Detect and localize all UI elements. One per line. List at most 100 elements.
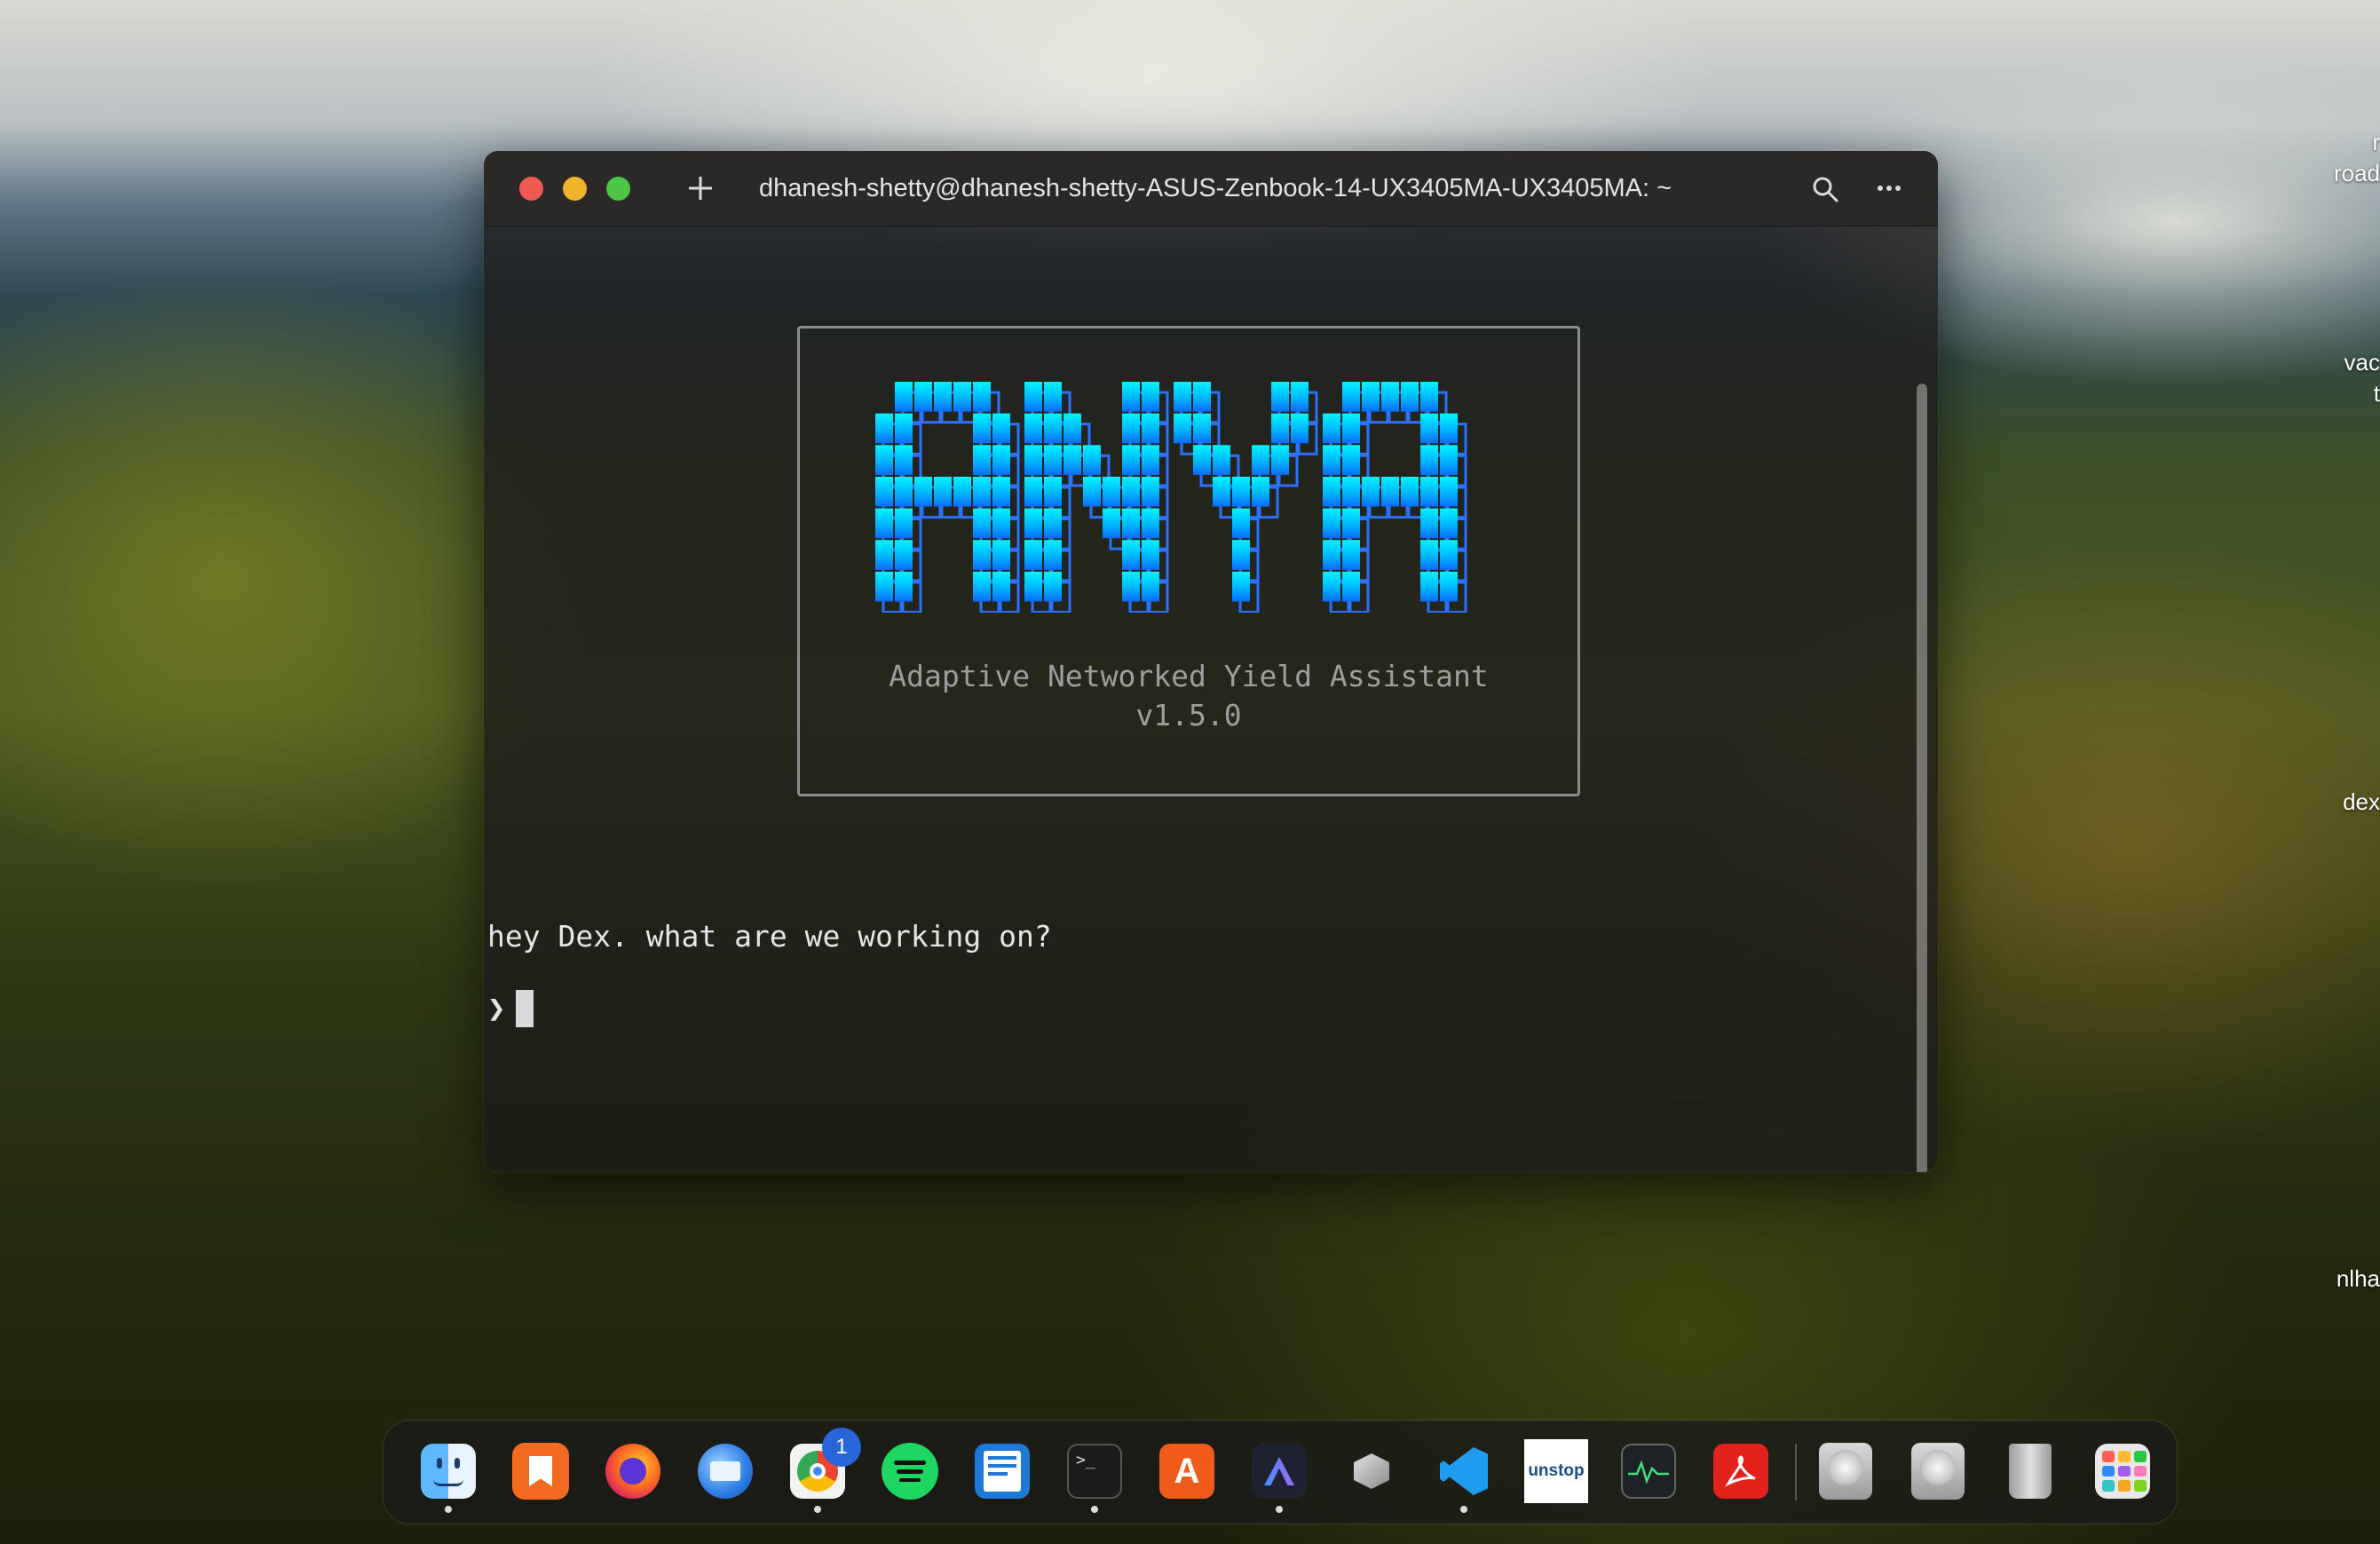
logo-block — [895, 413, 913, 444]
logo-block — [1142, 445, 1159, 475]
logo-block — [1323, 571, 1340, 602]
dock-item-thunderbird[interactable] — [694, 1440, 756, 1502]
desktop-item-label[interactable]: nlha — [2337, 1265, 2380, 1293]
logo-block — [1342, 445, 1360, 475]
running-indicator — [445, 1506, 452, 1513]
antigravity-icon — [1252, 1444, 1307, 1499]
dock-item-unstop[interactable]: unstop — [1524, 1439, 1588, 1503]
dock-item-app-store[interactable]: A — [1156, 1440, 1218, 1502]
desktop-item-label[interactable]: vac — [2344, 349, 2380, 376]
dock-item-disk-2[interactable] — [1907, 1440, 1969, 1502]
bookmark-icon — [512, 1443, 569, 1500]
new-tab-button[interactable] — [681, 169, 720, 208]
logo-block — [1232, 540, 1250, 570]
terminal-content[interactable]: Adaptive Networked Yield Assistant v1.5.… — [484, 226, 1938, 1172]
dock-item-trash[interactable] — [1999, 1440, 2061, 1502]
maximize-button[interactable] — [606, 177, 630, 201]
desktop-item-label[interactable]: dex — [2343, 788, 2380, 816]
logo-block — [1271, 445, 1289, 475]
logo-block — [1291, 382, 1309, 412]
dock-item-vs-code[interactable] — [1433, 1440, 1495, 1502]
logo-block — [1174, 382, 1191, 412]
dock-item-finder[interactable] — [417, 1440, 479, 1502]
logo-block — [973, 508, 991, 539]
logo-block — [914, 382, 932, 412]
version-label: v1.5.0 — [1135, 698, 1242, 732]
logo-block — [1342, 508, 1360, 539]
logo-block — [914, 476, 932, 507]
logo-block — [1420, 571, 1438, 602]
dock-item-spotify[interactable] — [879, 1440, 941, 1502]
logo-block — [1440, 571, 1458, 602]
acrobat-icon — [1713, 1444, 1768, 1499]
logo-block — [1420, 476, 1438, 507]
logo-block — [1044, 571, 1062, 602]
close-button[interactable] — [519, 177, 543, 201]
activity-monitor-icon — [1621, 1444, 1676, 1499]
disk-icon — [1819, 1443, 1872, 1500]
logo-block — [1103, 476, 1120, 507]
logo-block — [973, 571, 991, 602]
menu-button[interactable] — [1871, 170, 1907, 206]
logo-block — [1083, 476, 1101, 507]
logo-block — [1342, 476, 1360, 507]
terminal-titlebar[interactable]: dhanesh-shetty@dhanesh-shetty-ASUS-Zenbo… — [484, 151, 1938, 226]
dock-item-bookmarks[interactable] — [510, 1440, 572, 1502]
minimize-button[interactable] — [563, 177, 587, 201]
logo-block — [992, 413, 1010, 444]
logo-block — [1440, 540, 1458, 570]
logo-block — [1323, 508, 1340, 539]
logo-block — [895, 508, 913, 539]
logo-block — [1440, 445, 1458, 475]
logo-block — [895, 445, 913, 475]
logo-block — [1342, 382, 1360, 412]
search-icon — [1813, 177, 1838, 202]
cube-icon — [1354, 1453, 1389, 1489]
more-icon — [1878, 186, 1901, 191]
logo-block — [1420, 413, 1438, 444]
logo-block — [1122, 476, 1140, 507]
logo-block — [1024, 571, 1042, 602]
dock-item-disk-1[interactable] — [1815, 1440, 1877, 1502]
logo-block — [1213, 476, 1230, 507]
logo-block — [1323, 413, 1340, 444]
logo-block — [1142, 476, 1159, 507]
dock-item-acrobat[interactable] — [1710, 1440, 1772, 1502]
logo-block — [1193, 382, 1211, 412]
logo-block — [1083, 445, 1101, 475]
dock-item-cube[interactable] — [1340, 1440, 1403, 1502]
logo-block — [992, 476, 1010, 507]
desktop-item-label[interactable]: t — [2374, 380, 2380, 408]
firefox-icon — [605, 1444, 660, 1499]
logo-block — [1252, 445, 1269, 475]
dock-item-text-editor[interactable] — [971, 1440, 1033, 1502]
scrollbar[interactable] — [1917, 384, 1927, 1172]
desktop-item-label[interactable]: road — [2334, 160, 2380, 187]
dock-item-label: unstop — [1524, 1439, 1588, 1503]
logo-block — [1420, 445, 1438, 475]
dock-item-antigravity[interactable] — [1248, 1440, 1310, 1502]
logo-block — [875, 540, 893, 570]
logo-block — [895, 571, 913, 602]
logo-block — [1122, 571, 1140, 602]
running-indicator — [1276, 1506, 1283, 1513]
logo-block — [1420, 508, 1438, 539]
dock-item-terminal[interactable]: >_ — [1063, 1440, 1126, 1502]
logo-block — [973, 476, 991, 507]
dock-item-launchpad[interactable] — [2091, 1440, 2154, 1502]
thunderbird-icon — [698, 1444, 753, 1499]
logo-block — [1024, 413, 1042, 444]
dock-item-firefox[interactable] — [602, 1440, 664, 1502]
terminal-window[interactable]: dhanesh-shetty@dhanesh-shetty-ASUS-Zenbo… — [484, 151, 1938, 1172]
logo-block — [1381, 476, 1399, 507]
dock-item-activity-monitor[interactable] — [1617, 1440, 1680, 1502]
logo-block — [973, 445, 991, 475]
logo-block — [1142, 413, 1159, 444]
logo-block — [1122, 445, 1140, 475]
logo-block — [1440, 413, 1458, 444]
banner-subtitle: Adaptive Networked Yield Assistant v1.5.… — [800, 657, 1577, 735]
logo-block — [1063, 445, 1081, 475]
prompt-line[interactable]: ❯ — [487, 990, 534, 1027]
search-button[interactable] — [1810, 174, 1840, 204]
desktop-item-label[interactable]: r — [2372, 129, 2380, 156]
